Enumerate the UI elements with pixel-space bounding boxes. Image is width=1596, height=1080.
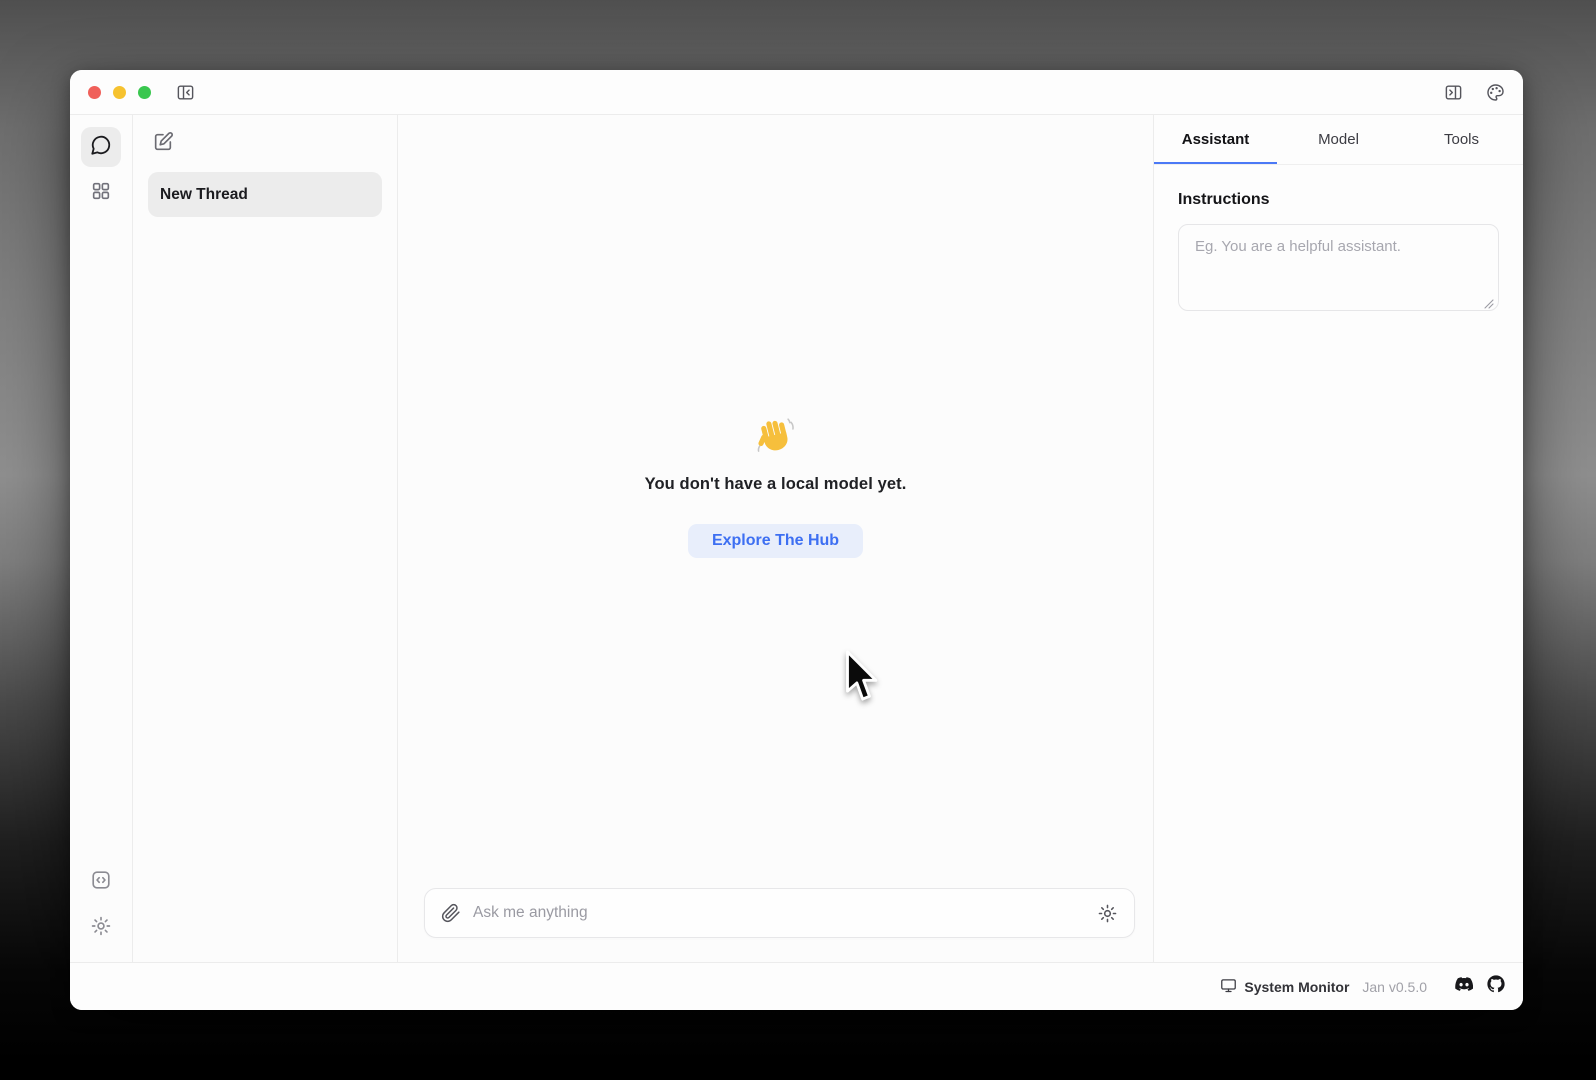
code-square-icon [90,869,112,896]
system-monitor-button[interactable]: System Monitor [1220,977,1349,997]
instructions-label: Instructions [1178,191,1499,209]
right-panel-tabs: Assistant Model Tools [1154,115,1523,165]
tab-model[interactable]: Model [1277,115,1400,164]
panel-left-close-icon[interactable] [175,82,195,102]
new-thread-button[interactable] [150,131,176,157]
main-chat-area: You don't have a local model yet. Explor… [398,115,1153,962]
instructions-textarea[interactable] [1178,224,1499,311]
traffic-lights [88,86,151,99]
explore-hub-button[interactable]: Explore The Hub [688,524,863,558]
mouse-cursor [843,649,879,705]
square-pen-icon [152,131,174,158]
empty-state: You don't have a local model yet. Explor… [398,415,1153,558]
chat-bubble-icon [90,134,112,161]
minimize-button[interactable] [113,86,126,99]
gear-icon [90,915,112,942]
titlebar [70,70,1523,115]
message-input[interactable] [473,904,1097,922]
paperclip-icon[interactable] [441,903,461,923]
social-links [1455,975,1505,998]
resize-handle-icon[interactable] [1484,299,1494,309]
github-icon[interactable] [1487,975,1505,998]
left-rail [70,115,133,962]
discord-icon[interactable] [1455,975,1473,998]
grid-icon [90,180,112,207]
sidebar-item-settings[interactable] [81,908,121,948]
app-body: New Thread [70,115,1523,962]
input-gear-icon[interactable] [1097,903,1118,924]
system-monitor-label: System Monitor [1244,979,1349,995]
tab-assistant[interactable]: Assistant [1154,115,1277,164]
palette-icon[interactable] [1485,82,1505,102]
tab-tools[interactable]: Tools [1400,115,1523,164]
thread-list-panel: New Thread [133,115,398,962]
sidebar-item-local-api[interactable] [81,862,121,902]
panel-right-open-icon[interactable] [1443,82,1463,102]
statusbar: System Monitor Jan v0.5.0 [70,962,1523,1010]
close-button[interactable] [88,86,101,99]
jan-app-window: New Thread [70,70,1523,1010]
thread-list-item[interactable]: New Thread [148,172,382,217]
app-version: Jan v0.5.0 [1362,979,1427,995]
rail-bottom [81,862,121,948]
zoom-button[interactable] [138,86,151,99]
empty-state-message: You don't have a local model yet. [645,475,907,494]
thread-title: New Thread [160,186,248,204]
monitor-icon [1220,977,1237,997]
right-panel: Assistant Model Tools Instructions [1153,115,1523,962]
chat-input-bar[interactable] [424,888,1135,938]
titlebar-right-icons [1443,82,1505,102]
sidebar-item-hub[interactable] [81,173,121,213]
assistant-tab-content: Instructions [1154,165,1523,342]
sidebar-item-threads[interactable] [81,127,121,167]
waving-hand-icon [754,415,798,459]
